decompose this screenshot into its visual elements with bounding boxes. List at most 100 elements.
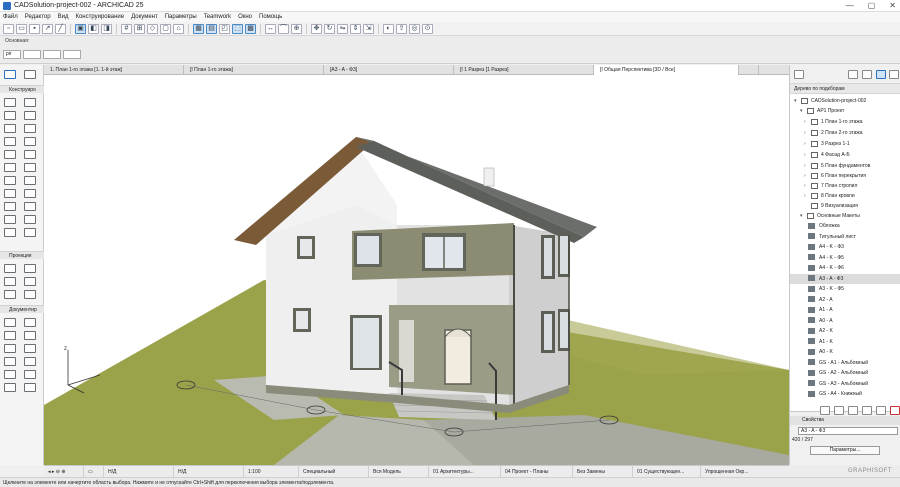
beam-tool-icon[interactable] <box>4 111 16 120</box>
master-layout-item[interactable]: Обложка <box>790 221 900 232</box>
level-dimension-tool-icon[interactable] <box>24 318 36 327</box>
text-tool-icon[interactable] <box>4 331 16 340</box>
tree-item[interactable]: › 1 План 1-го этажа <box>790 117 900 128</box>
zone-tool-icon[interactable] <box>4 189 16 198</box>
selection-options-dropdown[interactable] <box>23 50 41 59</box>
master-layout-item[interactable]: A1 - K <box>790 337 900 348</box>
new-layout-icon[interactable] <box>820 406 830 415</box>
render-icon[interactable]: ◐ <box>383 23 394 34</box>
stair-tool-icon[interactable] <box>24 137 36 146</box>
curve-icon[interactable]: ⌒ <box>278 23 289 34</box>
master-layout-item[interactable]: A2 - K <box>790 326 900 337</box>
opening-tool-icon[interactable] <box>24 202 36 211</box>
master-layout-item[interactable]: A2 - A <box>790 295 900 306</box>
door-tool-icon[interactable] <box>4 124 16 133</box>
master-layout-item[interactable]: Титульный лист <box>790 232 900 243</box>
model-view-options[interactable]: Вся Модель <box>369 465 429 478</box>
menu-options[interactable]: Параметры <box>165 12 197 22</box>
tree-item[interactable]: 9 Визуализация <box>790 201 900 212</box>
tree-group-ar1[interactable]: ▾ АР1 Проект <box>790 106 900 117</box>
section-tool-icon[interactable] <box>4 264 16 273</box>
lamp-tool-icon[interactable] <box>24 176 36 185</box>
marquee-tool-icon[interactable] <box>24 70 36 79</box>
undo-zoom-button[interactable]: ◂ ▸ ⊖ ⊕ <box>44 465 84 478</box>
skylight-tool-icon[interactable] <box>4 202 16 211</box>
hotspot-tool-icon[interactable] <box>24 370 36 379</box>
tree-group-master-layouts[interactable]: ▾ Основные Макеты <box>790 211 900 222</box>
3d-viewport[interactable]: z <box>44 75 789 465</box>
label-tool-icon[interactable] <box>24 331 36 340</box>
tab-floor-plan-1[interactable]: 1. План 1-го этажа [1. 1-й этаж] <box>44 65 184 75</box>
view-map-icon[interactable] <box>862 70 872 79</box>
menu-view[interactable]: Вид <box>58 12 69 22</box>
navigator-view-selector[interactable]: Дерево по подкборам <box>790 84 900 94</box>
mesh-tool-icon[interactable] <box>24 189 36 198</box>
polyline-tool-icon[interactable] <box>24 357 36 366</box>
arc-tool-icon[interactable] <box>4 357 16 366</box>
mirror-icon[interactable]: ⇋ <box>337 23 348 34</box>
tab-3d-perspective[interactable]: [I Общая Перспектива [3D / Все] <box>594 65 739 75</box>
elevate-icon[interactable]: ⇕ <box>350 23 361 34</box>
measure-icon[interactable]: ↔ <box>265 23 276 34</box>
open-icon[interactable]: ▭ <box>16 23 27 34</box>
save-icon[interactable]: ▪ <box>29 23 40 34</box>
morph-tool-icon[interactable] <box>24 163 36 172</box>
layer-combination[interactable]: Специальный <box>299 465 369 478</box>
line-tool-icon[interactable] <box>24 344 36 353</box>
trace-icon[interactable]: ⊕ <box>291 23 302 34</box>
orbit-icon[interactable]: ◎ <box>409 23 420 34</box>
suspend-groups-icon[interactable]: ▣ <box>75 23 86 34</box>
tab-layout-a3[interactable]: [A3 - A - Ф3] <box>324 65 454 75</box>
toolbox-section-design[interactable]: Конструиро <box>0 85 44 93</box>
master-layout-item[interactable]: A4 - K - Ф3 <box>790 242 900 253</box>
navigator-settings-icon[interactable] <box>794 70 804 79</box>
tree-item[interactable]: › 5 План фундаментов <box>790 161 900 172</box>
tree-item[interactable]: › 4 Фасад А-Б <box>790 150 900 161</box>
publisher-icon[interactable]: ⇪ <box>396 23 407 34</box>
menu-help[interactable]: Помощь <box>259 12 282 22</box>
interior-elevation-tool-icon[interactable] <box>4 277 16 286</box>
railing-tool-icon[interactable] <box>4 150 16 159</box>
snap-icon[interactable]: ⊞ <box>134 23 145 34</box>
ungroup-icon[interactable]: ◨ <box>101 23 112 34</box>
spline-tool-icon[interactable] <box>4 370 16 379</box>
new-folder-icon[interactable] <box>834 406 844 415</box>
master-layout-item[interactable]: A4 - K - Ф5 <box>790 253 900 264</box>
maximize-button[interactable]: ▢ <box>868 1 876 10</box>
structural-display[interactable]: Упрощенная Окр... <box>701 466 779 478</box>
minimize-button[interactable]: — <box>846 1 854 10</box>
zoom-fit-button[interactable]: ▭ <box>84 465 104 478</box>
clone-icon[interactable] <box>848 406 858 415</box>
master-layout-item[interactable]: A0 - K <box>790 347 900 358</box>
slab-tool-icon[interactable] <box>4 137 16 146</box>
figure-tool-icon[interactable] <box>4 383 16 392</box>
arrow-tool-icon[interactable] <box>4 70 16 79</box>
master-layout-item[interactable]: A1 - A <box>790 305 900 316</box>
new-file-icon[interactable]: ▫ <box>3 23 14 34</box>
3d-window-icon[interactable]: ▦ <box>193 23 204 34</box>
menu-document[interactable]: Документ <box>131 12 158 22</box>
settings-icon[interactable] <box>876 406 886 415</box>
zoom-icon[interactable]: ⊙ <box>422 23 433 34</box>
tree-item[interactable]: › 2 План 2-го этажа <box>790 128 900 139</box>
marquee-options[interactable] <box>63 50 81 59</box>
corner-window-tool-icon[interactable] <box>4 215 16 224</box>
delete-icon[interactable] <box>890 406 900 415</box>
move-icon[interactable]: ✥ <box>311 23 322 34</box>
arrow-tool-options[interactable] <box>43 50 61 59</box>
frame-tool-icon[interactable] <box>24 228 36 237</box>
master-layout-item[interactable]: GS - A1 - Альбомный <box>790 358 900 369</box>
layer-select[interactable]: pir <box>3 50 21 59</box>
pen-set[interactable]: 01 Архитектуры... <box>429 465 501 478</box>
rotate-icon[interactable]: ↻ <box>324 23 335 34</box>
group-icon[interactable]: ◧ <box>88 23 99 34</box>
drawing-tool-icon[interactable] <box>24 383 36 392</box>
tree-item[interactable]: › 6 План перекрытия <box>790 171 900 182</box>
toolbox-section-viewpoint[interactable]: Проекция <box>0 251 44 259</box>
elevation-tool-icon[interactable] <box>24 264 36 273</box>
master-layout-item[interactable]: A4 - K - Ф6 <box>790 263 900 274</box>
zoom-value[interactable]: Н/Д <box>104 465 174 478</box>
detail-tool-icon[interactable] <box>4 290 16 299</box>
menu-window[interactable]: Окно <box>238 12 252 22</box>
properties-header[interactable]: Свойства <box>790 416 900 425</box>
